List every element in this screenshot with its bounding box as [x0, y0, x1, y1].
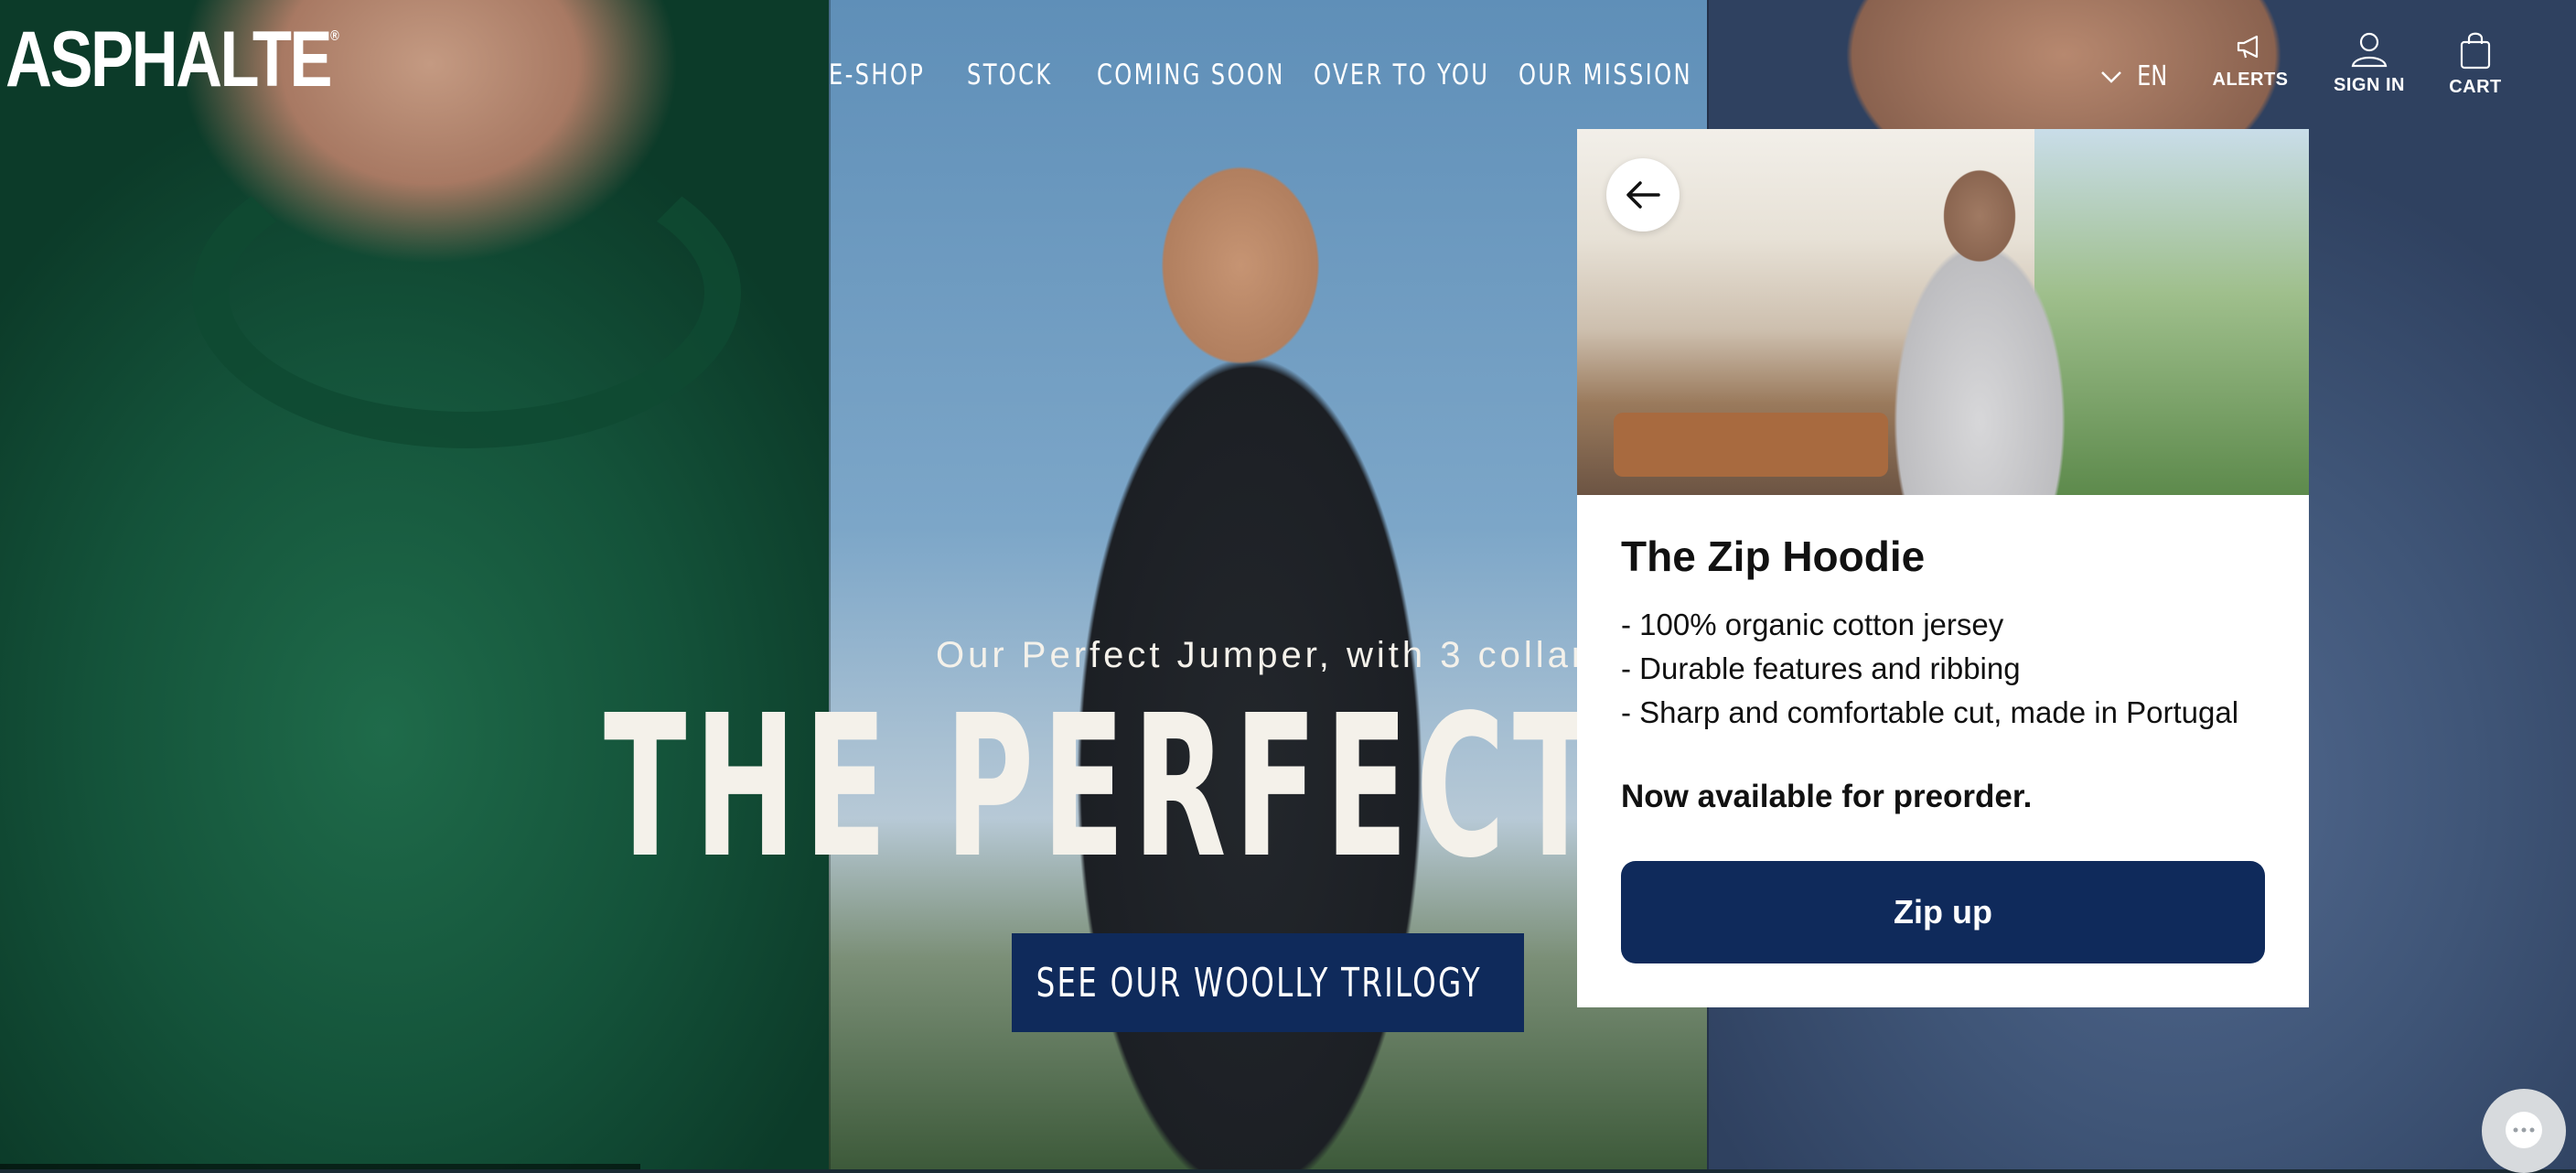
cart-button[interactable]: CART	[2446, 31, 2505, 98]
horizontal-scrollbar[interactable]	[0, 1164, 640, 1169]
alerts-label: ALERTS	[2212, 70, 2289, 90]
availability-text: Now available for preorder.	[1621, 779, 2033, 814]
woolly-trilogy-button[interactable]: SEE OUR WOOLLY TRILOGY	[1012, 933, 1524, 1032]
user-icon	[2351, 32, 2388, 68]
sign-in-button[interactable]: SIGN IN	[2331, 31, 2408, 96]
brand-logo[interactable]: ASPHALTE®	[5, 20, 339, 99]
language-label: EN	[2137, 60, 2168, 92]
feature-item: - 100% organic cotton jersey	[1621, 608, 2004, 641]
product-popup: The Zip Hoodie - 100% organic cotton jer…	[1577, 129, 2309, 1007]
alerts-button[interactable]: ALERTS	[2212, 31, 2289, 91]
nav-stock[interactable]: STOCK	[967, 59, 1053, 91]
back-button[interactable]	[1606, 158, 1680, 231]
hero-image-green-jumper	[0, 0, 829, 1169]
feature-item: - Durable features and ribbing	[1621, 651, 2021, 685]
nav-eshop[interactable]: E-SHOP	[829, 59, 925, 91]
arrow-left-icon	[1626, 181, 1660, 209]
jumper-collar	[192, 137, 741, 448]
nav-over-to-you[interactable]: OVER TO YOU	[1314, 59, 1489, 91]
product-image	[1577, 129, 2309, 495]
megaphone-icon	[2237, 35, 2259, 59]
sign-in-label: SIGN IN	[2334, 75, 2405, 95]
popup-title: The Zip Hoodie	[1621, 533, 1926, 580]
cart-label: CART	[2449, 77, 2502, 97]
chat-bubble-icon	[2506, 1112, 2542, 1148]
chevron-down-icon	[2101, 70, 2121, 83]
shopping-bag-icon	[2460, 32, 2491, 70]
nav-our-mission[interactable]: OUR MISSION	[1519, 59, 1692, 91]
zip-up-button[interactable]: Zip up	[1621, 861, 2265, 963]
chat-widget-button[interactable]	[2482, 1089, 2566, 1173]
cta-label: SEE OUR WOOLLY TRILOGY	[1036, 959, 1482, 1006]
language-selector[interactable]: EN	[2100, 60, 2171, 92]
image-model	[1852, 147, 2089, 495]
image-sofa	[1614, 413, 1888, 477]
panel-divider	[829, 0, 831, 1169]
feature-item: - Sharp and comfortable cut, made in Por…	[1621, 695, 2239, 729]
nav-coming-soon[interactable]: COMING SOON	[1097, 59, 1285, 91]
popup-content: The Zip Hoodie - 100% organic cotton jer…	[1621, 532, 2270, 815]
